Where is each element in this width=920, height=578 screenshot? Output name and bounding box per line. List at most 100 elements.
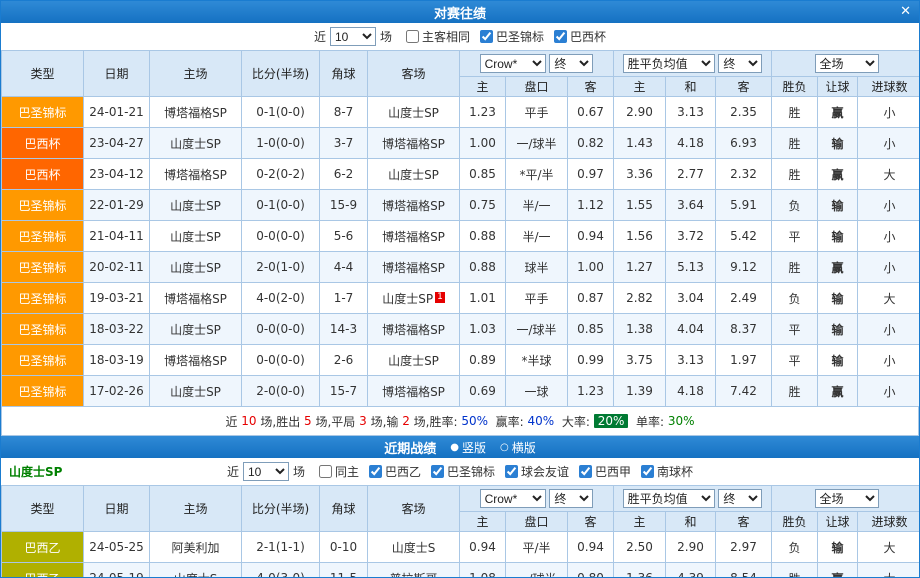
- odds-provider-select[interactable]: Crow*: [480, 489, 546, 508]
- scope-select[interactable]: 全场: [815, 489, 879, 508]
- away-team[interactable]: 山度士SP: [368, 345, 460, 376]
- summary-part: 3: [359, 414, 367, 428]
- recent-filter-option[interactable]: 同主: [319, 463, 359, 480]
- h2h-filter-checkbox[interactable]: [406, 30, 419, 43]
- lose-odds: 2.32: [716, 159, 772, 190]
- europe-avg-select[interactable]: 胜平负均值: [623, 489, 715, 508]
- corners: 3-7: [320, 128, 368, 159]
- score: 4-0(2-0): [242, 283, 320, 314]
- recent-filter-option[interactable]: 南球杯: [641, 463, 693, 480]
- home-team[interactable]: 山度士SP: [150, 128, 242, 159]
- summary-part: 场,输: [367, 413, 402, 430]
- recent-filter-option[interactable]: 球会友谊: [505, 463, 569, 480]
- league-type: 巴西杯: [2, 159, 84, 190]
- goals-result: 小: [858, 221, 920, 252]
- recent-team-name[interactable]: 山度士SP: [9, 463, 62, 480]
- handicap-away-odds: 0.85: [568, 314, 614, 345]
- h2h-count-select[interactable]: 10: [330, 27, 376, 46]
- europe-time-select[interactable]: 终: [718, 54, 762, 73]
- summary-part: 场,胜率:: [410, 413, 462, 430]
- scope-select[interactable]: 全场: [815, 54, 879, 73]
- h2h-filter-checkbox[interactable]: [480, 30, 493, 43]
- home-team[interactable]: 阿美利加: [150, 532, 242, 563]
- away-team[interactable]: 博塔福格SP: [368, 221, 460, 252]
- recent-count-select[interactable]: 10: [243, 462, 289, 481]
- europe-odds-header: 胜平负均值 终: [614, 486, 772, 512]
- h2h-filter-label: 巴圣锦标: [496, 28, 544, 45]
- match-row: 巴圣锦标20-02-11山度士SP2-0(1-0)4-4博塔福格SP0.88球半…: [2, 252, 920, 283]
- away-team[interactable]: 博塔福格SP: [368, 314, 460, 345]
- home-team[interactable]: 博塔福格SP: [150, 345, 242, 376]
- recent-filter-option[interactable]: 巴西甲: [579, 463, 631, 480]
- handicap-home-odds: 1.01: [460, 283, 506, 314]
- score: 0-2(0-2): [242, 159, 320, 190]
- away-team[interactable]: 山度士S: [368, 532, 460, 563]
- result: 胜: [772, 376, 818, 407]
- away-team[interactable]: 博塔福格SP: [368, 190, 460, 221]
- match-row: 巴西杯23-04-27山度士SP1-0(0-0)3-7博塔福格SP1.00一/球…: [2, 128, 920, 159]
- recent-filter-checkbox[interactable]: [319, 465, 332, 478]
- h2h-filter-checkbox[interactable]: [554, 30, 567, 43]
- summary-part: 10: [241, 414, 256, 428]
- away-team[interactable]: 博塔福格SP: [368, 252, 460, 283]
- scope-header: 全场: [772, 51, 920, 77]
- col-away: 客场: [368, 486, 460, 532]
- match-date: 24-05-19: [84, 563, 150, 578]
- col-handicap-result: 让球: [818, 512, 858, 532]
- col-type: 类型: [2, 51, 84, 97]
- recent-filter-checkbox[interactable]: [641, 465, 654, 478]
- recent-filter-checkbox[interactable]: [369, 465, 382, 478]
- recent-filter-checkbox[interactable]: [505, 465, 518, 478]
- home-team[interactable]: 山度士SP: [150, 314, 242, 345]
- odds-provider-select[interactable]: Crow*: [480, 54, 546, 73]
- col-handicap: 盘口: [506, 512, 568, 532]
- h2h-filter-option[interactable]: 主客相同: [406, 28, 470, 45]
- recent-filter-checkbox[interactable]: [579, 465, 592, 478]
- summary-part: 单率:: [628, 413, 668, 430]
- recent-filter-checkbox[interactable]: [431, 465, 444, 478]
- corners: 15-9: [320, 190, 368, 221]
- recent-filter-label: 球会友谊: [521, 463, 569, 480]
- close-icon[interactable]: ✕: [900, 1, 911, 23]
- away-team[interactable]: 普拉斯哥: [368, 563, 460, 578]
- recent-filterbar: 山度士SP 近 10 场 同主巴西乙巴圣锦标球会友谊巴西甲南球杯: [1, 458, 919, 485]
- handicap-away-odds: 0.99: [568, 345, 614, 376]
- home-team[interactable]: 博塔福格SP: [150, 283, 242, 314]
- col-away-odds: 客: [568, 512, 614, 532]
- col-lose: 客: [716, 77, 772, 97]
- h2h-filter-option[interactable]: 巴西杯: [554, 28, 606, 45]
- odds-time-select[interactable]: 终: [549, 54, 593, 73]
- away-team[interactable]: 博塔福格SP: [368, 128, 460, 159]
- view-vertical-radio[interactable]: ● 竖版: [450, 439, 486, 456]
- away-team[interactable]: 博塔福格SP: [368, 376, 460, 407]
- view-horizontal-radio[interactable]: ○ 横版: [500, 439, 536, 456]
- handicap-away-odds: 1.00: [568, 252, 614, 283]
- away-team[interactable]: 山度士SP1: [368, 283, 460, 314]
- home-team[interactable]: 博塔福格SP: [150, 159, 242, 190]
- handicap-result: 赢: [818, 159, 858, 190]
- home-team[interactable]: 山度士SP: [150, 221, 242, 252]
- recent-filter-option[interactable]: 巴圣锦标: [431, 463, 495, 480]
- away-team[interactable]: 山度士SP: [368, 97, 460, 128]
- away-team[interactable]: 山度士SP: [368, 159, 460, 190]
- match-stats-panel: 对赛往绩 ✕ 近 10 场 主客相同巴圣锦标巴西杯 类型 日期 主场 比分(半场…: [0, 0, 920, 578]
- odds-time-select[interactable]: 终: [549, 489, 593, 508]
- col-result: 胜负: [772, 77, 818, 97]
- europe-avg-select[interactable]: 胜平负均值: [623, 54, 715, 73]
- league-type: 巴圣锦标: [2, 345, 84, 376]
- europe-time-select[interactable]: 终: [718, 489, 762, 508]
- handicap-line: 平/半: [506, 532, 568, 563]
- match-row: 巴圣锦标18-03-19博塔福格SP0-0(0-0)2-6山度士SP0.89*半…: [2, 345, 920, 376]
- summary-part: 大率:: [554, 413, 594, 430]
- score: 0-0(0-0): [242, 221, 320, 252]
- recent-filter-option[interactable]: 巴西乙: [369, 463, 421, 480]
- games-label: 场: [380, 28, 392, 45]
- h2h-filter-option[interactable]: 巴圣锦标: [480, 28, 544, 45]
- home-team[interactable]: 博塔福格SP: [150, 97, 242, 128]
- home-team[interactable]: 山度士SP: [150, 376, 242, 407]
- home-team[interactable]: 山度士SP: [150, 252, 242, 283]
- home-team[interactable]: 山度士SP: [150, 190, 242, 221]
- league-type: 巴西乙: [2, 563, 84, 578]
- home-team[interactable]: 山度士S: [150, 563, 242, 578]
- recent-filter-label: 巴圣锦标: [447, 463, 495, 480]
